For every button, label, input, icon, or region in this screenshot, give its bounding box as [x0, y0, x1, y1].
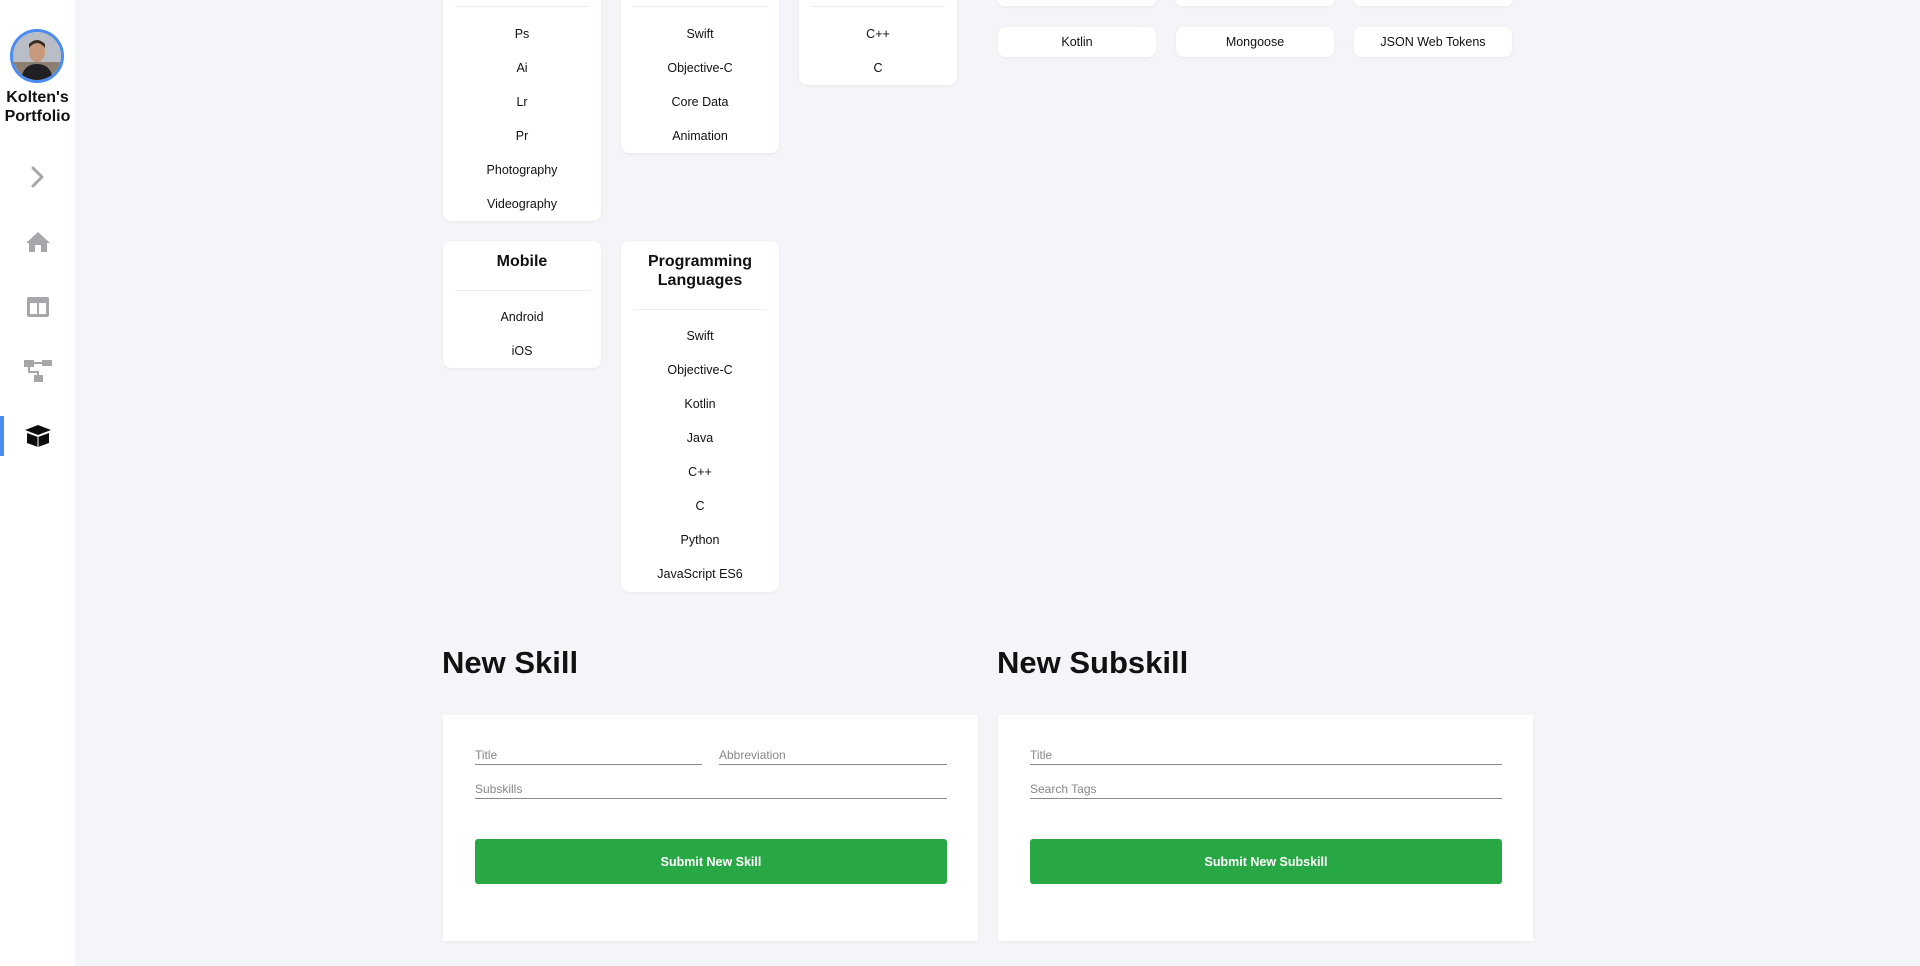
submit-new-subskill-button[interactable]: Submit New Subskill: [1030, 839, 1502, 884]
subskill-item: Objective-C: [667, 61, 733, 75]
skill-abbreviation-input[interactable]: [719, 747, 947, 765]
subskill-item: Java: [686, 431, 714, 445]
new-skill-heading: New Skill: [442, 645, 579, 680]
pill-stub: [1176, 0, 1334, 6]
skill-card-ios: Swift Objective-C Core Data Animation: [621, 0, 779, 153]
skill-card-title-line-2: Languages: [657, 272, 743, 289]
sidebar: Kolten's Portfolio: [0, 0, 75, 966]
subskill-item: Swift: [686, 27, 714, 41]
subskill-item: Swift: [686, 329, 714, 343]
subskill-item: Pr: [515, 129, 529, 143]
subskill-pill[interactable]: Kotlin: [998, 27, 1156, 57]
chevron-right-icon: [31, 166, 43, 188]
subskill-pill[interactable]: JSON Web Tokens: [1354, 27, 1512, 57]
subskill-item: Python: [680, 533, 720, 547]
new-subskill-heading: New Subskill: [997, 645, 1189, 680]
subskill-pill[interactable]: Mongoose: [1176, 27, 1334, 57]
nav-layout[interactable]: [0, 287, 75, 327]
pill-stub: [1354, 0, 1512, 6]
skill-card-systems: C++ C: [799, 0, 957, 85]
subskill-item: C++: [688, 465, 712, 479]
expand-sidebar-button[interactable]: [0, 157, 75, 197]
subskill-item: Objective-C: [667, 363, 733, 377]
skill-card-design: Ps Ai Lr Pr Photography Videography: [443, 0, 601, 221]
subskill-item: Photography: [486, 163, 558, 177]
card-divider: [811, 6, 945, 7]
nav-skills[interactable]: [0, 416, 75, 456]
subskill-item: C: [695, 499, 705, 513]
subskill-tags-input[interactable]: [1030, 781, 1502, 799]
subskill-item: Ps: [514, 27, 530, 41]
nav-sitemap[interactable]: [0, 351, 75, 391]
brand-line-2: Portfolio: [4, 108, 71, 125]
subskill-item: C: [873, 61, 883, 75]
subskill-item: Android: [500, 310, 544, 324]
subskill-title-input[interactable]: [1030, 747, 1502, 765]
sitemap-icon: [23, 360, 52, 382]
skill-card-programming-languages: Programming Languages Swift Objective-C …: [621, 241, 779, 592]
brand-line-1: Kolten's: [6, 89, 69, 106]
card-divider: [633, 6, 767, 7]
subskill-item: C++: [866, 27, 890, 41]
brand-title[interactable]: Kolten's Portfolio: [0, 88, 75, 126]
submit-new-skill-button[interactable]: Submit New Skill: [475, 839, 947, 884]
pill-stub: [998, 0, 1156, 6]
card-divider: [455, 6, 589, 7]
layout-icon: [26, 297, 49, 317]
open-box-icon: [24, 425, 51, 447]
subskill-item: Kotlin: [684, 397, 716, 411]
skill-card-mobile: Mobile Android iOS: [443, 241, 601, 368]
skill-title-input[interactable]: [475, 747, 702, 765]
card-divider: [455, 290, 589, 291]
skill-subskills-input[interactable]: [475, 781, 947, 799]
nav-home[interactable]: [0, 222, 75, 262]
avatar-portrait: [13, 32, 61, 80]
subskill-item: Ai: [516, 61, 528, 75]
subskill-item: Core Data: [671, 95, 729, 109]
subskill-item: Animation: [672, 129, 728, 143]
skill-card-title: Mobile: [496, 253, 548, 270]
card-divider: [633, 309, 767, 310]
home-icon: [25, 232, 50, 252]
subskill-item: iOS: [511, 344, 533, 358]
new-skill-form: Submit New Skill: [443, 715, 978, 941]
subskill-item: Lr: [516, 95, 528, 109]
skill-card-title-line-1: Programming: [647, 253, 752, 270]
subskill-item: JavaScript ES6: [657, 567, 743, 581]
new-subskill-form: Submit New Subskill: [998, 715, 1533, 941]
subskill-item: Videography: [487, 197, 557, 211]
avatar[interactable]: [10, 29, 64, 83]
